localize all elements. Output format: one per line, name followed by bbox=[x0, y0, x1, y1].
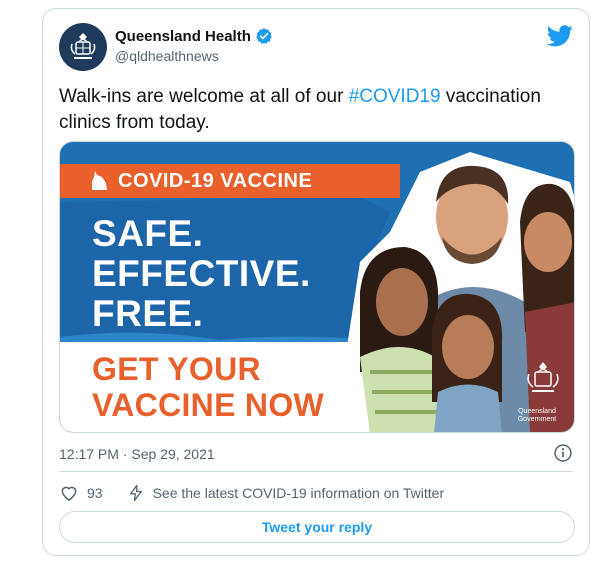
covid-info-link[interactable]: See the latest COVID-19 information on T… bbox=[127, 483, 445, 503]
verified-badge-icon bbox=[256, 28, 272, 44]
queensland-map-icon bbox=[92, 171, 107, 190]
logo-caption-1: Queensland bbox=[518, 408, 556, 415]
effective-line: EFFECTIVE. bbox=[92, 253, 311, 294]
family-photo bbox=[340, 152, 574, 432]
divider bbox=[59, 471, 573, 472]
twitter-bird-icon[interactable] bbox=[547, 25, 573, 47]
tweet-your-reply-button[interactable]: Tweet your reply bbox=[59, 511, 575, 543]
tweet-timestamp[interactable]: 12:17 PM · Sep 29, 2021 bbox=[59, 446, 215, 462]
tweet-card: Queensland Health @qldhealthnews Walk-in… bbox=[42, 8, 590, 556]
government-logo-caption: Queensland Government bbox=[514, 408, 560, 424]
tweet-text: Walk-ins are welcome at all of our #COVI… bbox=[59, 84, 569, 136]
account-handle[interactable]: @qldhealthnews bbox=[115, 48, 219, 64]
like-action[interactable]: 93 bbox=[59, 483, 103, 503]
cta-line-2: VACCINE NOW bbox=[92, 387, 325, 423]
cta-line-1: GET YOUR bbox=[92, 351, 261, 387]
tweet-media-image[interactable]: COVID-19 VACCINE SAFE. EFFECTIVE. FREE. … bbox=[59, 141, 575, 433]
tweet-actions: 93 See the latest COVID-19 information o… bbox=[59, 483, 444, 503]
queensland-crest-icon bbox=[70, 33, 96, 59]
banner-title: COVID-19 VACCINE bbox=[118, 169, 313, 192]
hashtag-link[interactable]: #COVID19 bbox=[349, 86, 441, 107]
covid-info-text[interactable]: See the latest COVID-19 information on T… bbox=[153, 485, 445, 501]
free-line: FREE. bbox=[92, 293, 204, 334]
logo-caption-2: Government bbox=[517, 416, 557, 423]
author-name-row[interactable]: Queensland Health bbox=[115, 27, 273, 45]
tweet-text-before: Walk-ins are welcome at all of our bbox=[59, 86, 349, 107]
safe-line: SAFE. bbox=[92, 213, 204, 254]
avatar[interactable] bbox=[59, 23, 107, 71]
info-icon[interactable] bbox=[553, 443, 573, 463]
lightning-icon bbox=[129, 484, 142, 502]
heart-icon[interactable] bbox=[59, 483, 79, 503]
display-name[interactable]: Queensland Health bbox=[115, 28, 251, 45]
like-count: 93 bbox=[87, 485, 103, 501]
